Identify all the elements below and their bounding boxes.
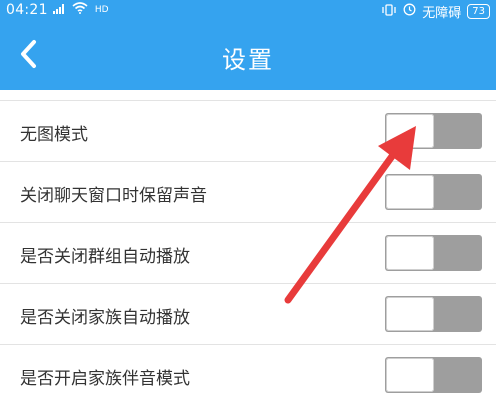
family-autoplay-toggle[interactable] (385, 296, 482, 332)
setting-row-keep-sound: 关闭聊天窗口时保留声音 (0, 162, 496, 223)
group-autoplay-toggle[interactable] (385, 235, 482, 271)
no-image-mode-toggle[interactable] (385, 113, 482, 149)
toggle-knob (386, 297, 434, 331)
accessibility-label: 无障碍 (422, 6, 462, 21)
list-top-divider (0, 90, 496, 101)
setting-label: 是否关闭群组自动播放 (20, 247, 190, 267)
toggle-knob (386, 175, 434, 209)
setting-label: 关闭聊天窗口时保留声音 (20, 186, 207, 206)
app-header: 设置 (0, 22, 496, 90)
setting-label: 无图模式 (20, 125, 88, 145)
setting-label: 是否关闭家族自动播放 (20, 308, 190, 328)
family-accompaniment-toggle[interactable] (385, 357, 482, 393)
toggle-knob (386, 114, 434, 148)
battery-icon: 73 (467, 4, 490, 19)
network-label: HD (94, 5, 109, 15)
setting-row-group-autoplay: 是否关闭群组自动播放 (0, 223, 496, 284)
toggle-knob (386, 358, 434, 392)
setting-row-family-accompaniment: 是否开启家族伴音模式 (0, 345, 496, 397)
setting-row-family-autoplay: 是否关闭家族自动播放 (0, 284, 496, 345)
keep-sound-toggle[interactable] (385, 174, 482, 210)
alarm-icon (403, 3, 416, 20)
setting-row-no-image-mode: 无图模式 (0, 101, 496, 162)
settings-screen: 04:21 HD 无障碍 73 设置 无图模式 关闭聊天窗口时保留声音 是否关闭… (0, 0, 496, 397)
wifi-icon (72, 2, 88, 18)
setting-label: 是否开启家族伴音模式 (20, 369, 190, 389)
vibrate-icon (381, 3, 397, 20)
status-bar-right: 无障碍 73 (381, 2, 490, 21)
toggle-knob (386, 236, 434, 270)
settings-list: 无图模式 关闭聊天窗口时保留声音 是否关闭群组自动播放 是否关闭家族自动播放 是 (0, 90, 496, 397)
status-bar: 04:21 HD 无障碍 73 (0, 0, 496, 22)
status-time: 04:21 (6, 2, 48, 18)
page-title: 设置 (222, 46, 274, 74)
status-bar-left: 04:21 HD (6, 2, 109, 18)
signal-icon (52, 3, 67, 18)
